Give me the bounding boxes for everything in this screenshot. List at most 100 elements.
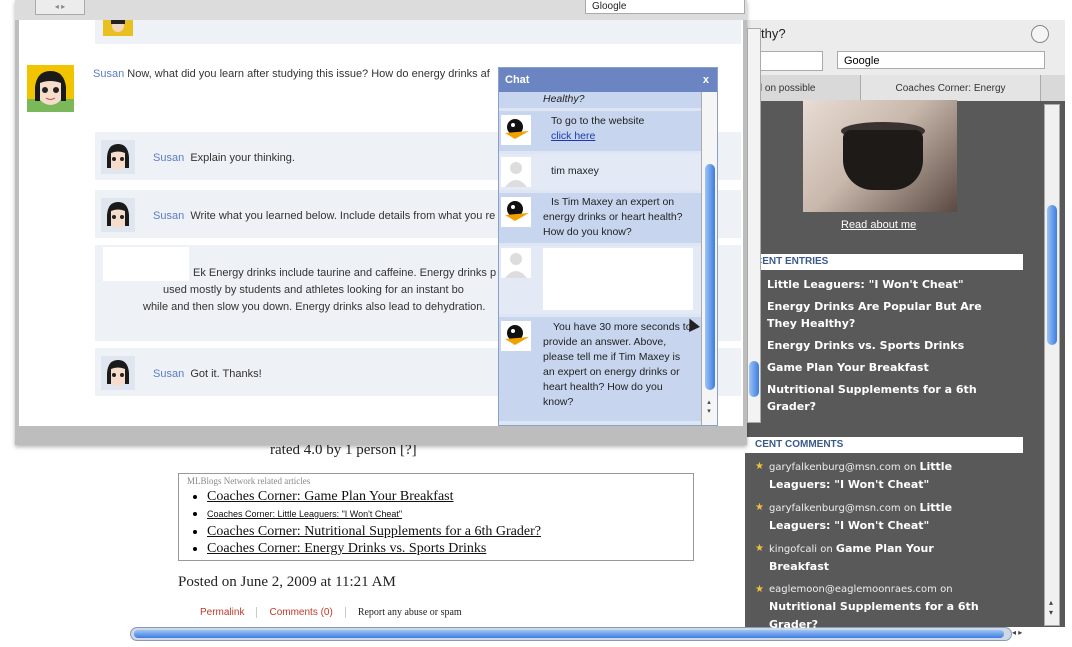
post-actions: Permalink Comments (0) Report any abuse … xyxy=(188,607,474,618)
comments-link[interactable]: Comments (0) xyxy=(257,607,346,618)
chat-message: tim maxey xyxy=(499,154,701,190)
related-article-link[interactable]: Coaches Corner: Game Plan Your Breakfast xyxy=(207,489,454,504)
message-text-line: Susan Explain your thinking. xyxy=(153,152,295,164)
main-message: Susan Now, what did you learn after stud… xyxy=(93,68,490,80)
star-icon: ★ xyxy=(755,584,764,595)
scroll-arrows-icon[interactable]: ▴ ▾ xyxy=(1044,598,1058,618)
comment-item: ★ garyfalkenburg@msn.com on Little League… xyxy=(753,458,993,494)
blog-sidebar: thy? Google ed on possible Coaches Corne… xyxy=(745,20,1065,631)
chat-message: You have 30 more seconds to provide an a… xyxy=(499,317,701,421)
comment-on: on xyxy=(903,503,917,514)
susan-avatar xyxy=(101,198,135,232)
chat-text: Healthy? xyxy=(543,93,585,105)
star-icon: ★ xyxy=(755,543,764,554)
comment-item: ★ garyfalkenburg@msn.com on Little League… xyxy=(753,499,993,535)
sidebar-search-bar: Google xyxy=(745,48,1065,75)
comment-author[interactable]: eaglemoon@eaglemoonraes.com xyxy=(769,584,937,595)
recent-entry-link[interactable]: Little Leaguers: "I Won't Cheat" xyxy=(767,276,987,293)
report-abuse-link[interactable]: Report any abuse or spam xyxy=(346,607,474,618)
duck-bot-icon xyxy=(501,115,531,145)
comment-author[interactable]: garyfalkenburg@msn.com xyxy=(769,462,901,473)
comment-item: ★ kingofcali on Game Plan Your Breakfast xyxy=(753,540,993,576)
sidebar-vertical-scrollbar[interactable] xyxy=(1044,104,1060,626)
sidebar-scroll-thumb[interactable] xyxy=(1047,205,1057,345)
scroll-arrows-icon[interactable]: ▴ ▾ xyxy=(701,398,717,416)
comment-post-link[interactable]: Nutritional Supplements for a 6th Grader… xyxy=(769,600,979,631)
window-button-icon[interactable] xyxy=(1031,25,1049,43)
chat-panel: Chat x Healthy? To go to the website cli… xyxy=(498,67,718,426)
chat-text-line: To go to the website xyxy=(551,115,645,127)
chat-message: Is Tim Maxey an expert on energy drinks … xyxy=(499,193,701,243)
permalink-link[interactable]: Permalink xyxy=(188,607,258,618)
tab-coaches-corner[interactable]: Coaches Corner: Energy xyxy=(861,75,1041,101)
related-articles-header: MLBlogs Network related articles xyxy=(187,476,311,486)
address-field[interactable] xyxy=(753,51,823,71)
sender-name: Susan xyxy=(93,68,125,80)
duck-bot-icon xyxy=(501,197,531,227)
popup-vertical-scrollbar[interactable] xyxy=(747,28,761,423)
popup-scroll-thumb[interactable] xyxy=(749,361,759,397)
recent-comments-label: CENT COMMENTS xyxy=(745,437,1023,453)
chat-message-list: Healthy? To go to the website click here… xyxy=(499,92,701,425)
related-article: Coaches Corner: Nutritional Supplements … xyxy=(207,523,693,540)
comment-author[interactable]: garyfalkenburg@msn.com xyxy=(769,503,901,514)
related-article: Coaches Corner: Little Leaguers: "I Won'… xyxy=(207,505,693,523)
related-articles-box: MLBlogs Network related articles Coaches… xyxy=(178,473,694,561)
message-text-line: Susan Write what you learned below. Incl… xyxy=(153,210,495,222)
chat-scrollbar[interactable] xyxy=(701,92,717,425)
recent-entry-link[interactable]: Energy Drinks vs. Sports Drinks xyxy=(767,337,987,354)
previous-message-row xyxy=(95,20,741,44)
back-forward-icon[interactable]: ◂ ▸ xyxy=(35,0,85,15)
star-icon: ★ xyxy=(755,502,764,513)
recent-entry-link[interactable]: Game Plan Your Breakfast xyxy=(767,359,987,376)
popup-titlebar: ◂ ▸ Gloogle xyxy=(15,0,747,20)
user-avatar-icon xyxy=(501,248,531,278)
chat-text: Is Tim Maxey an expert on energy drinks … xyxy=(543,196,683,238)
posted-date: Posted on June 2, 2009 at 11:21 AM xyxy=(178,574,396,590)
message-text-line: Susan Got it. Thanks! xyxy=(153,368,262,380)
chat-message xyxy=(499,246,701,314)
popup-status-bar xyxy=(15,426,747,445)
close-icon[interactable]: x xyxy=(703,68,709,92)
chat-header: Chat x xyxy=(499,68,717,92)
recent-entries-list: Little Leaguers: "I Won't Cheat" Energy … xyxy=(767,276,987,420)
related-article-link[interactable]: Coaches Corner: Little Leaguers: "I Won'… xyxy=(207,509,402,519)
message-text: Write what you learned below. Include de… xyxy=(190,210,496,222)
chat-text: You have 30 more seconds to provide an a… xyxy=(543,321,692,408)
recent-entry-link[interactable]: Nutritional Supplements for a 6th Grader… xyxy=(767,381,987,415)
click-here-link[interactable]: click here xyxy=(551,129,701,144)
related-article-link[interactable]: Coaches Corner: Nutritional Supplements … xyxy=(207,524,541,539)
scroll-arrows-icon[interactable]: ◂ ▸ xyxy=(1012,628,1052,640)
related-article: Coaches Corner: Game Plan Your Breakfast xyxy=(207,488,693,505)
read-about-link[interactable]: Read about me xyxy=(841,219,916,231)
duck-bot-icon xyxy=(501,321,531,351)
comment-on: on xyxy=(940,584,953,595)
user-avatar-icon xyxy=(501,157,531,187)
message-text: Got it. Thanks! xyxy=(190,368,262,380)
chat-text xyxy=(543,248,693,310)
recent-entry-link[interactable]: Energy Drinks Are Popular But Are They H… xyxy=(767,298,987,332)
recent-comments-list: ★ garyfalkenburg@msn.com on Little League… xyxy=(753,458,993,639)
sidebar-header: thy? xyxy=(745,20,1065,48)
chat-scroll-thumb[interactable] xyxy=(705,164,715,390)
cup-body xyxy=(843,130,923,190)
susan-avatar xyxy=(101,140,135,174)
search-input[interactable]: Google xyxy=(837,51,1045,69)
related-article: Coaches Corner: Energy Drinks vs. Sports… xyxy=(207,540,693,557)
related-article-link[interactable]: Coaches Corner: Energy Drinks vs. Sports… xyxy=(207,541,486,556)
message-text: Now, what did you learn after studying t… xyxy=(127,68,490,80)
chat-message: To go to the website click here xyxy=(499,111,701,151)
message-text: Explain your thinking. xyxy=(190,152,295,164)
comment-on: on xyxy=(903,462,917,473)
comment-author[interactable]: kingofcali xyxy=(769,544,817,555)
tab-possible[interactable]: ed on possible xyxy=(745,75,861,101)
chat-text: tim maxey xyxy=(551,165,599,177)
star-icon: ★ xyxy=(755,461,764,472)
comment-item: ★ eaglemoon@eaglemoonraes.com on Nutritio… xyxy=(753,581,993,634)
comment-on: on xyxy=(820,544,833,555)
blog-post-footer: rated 4.0 by 1 person [?] MLBlogs Networ… xyxy=(130,430,730,630)
chat-title: Chat xyxy=(505,74,530,86)
sidebar-tabs: ed on possible Coaches Corner: Energy xyxy=(745,75,1065,101)
popup-search-input[interactable]: Gloogle xyxy=(585,0,745,14)
sender-name: Susan xyxy=(153,210,185,222)
